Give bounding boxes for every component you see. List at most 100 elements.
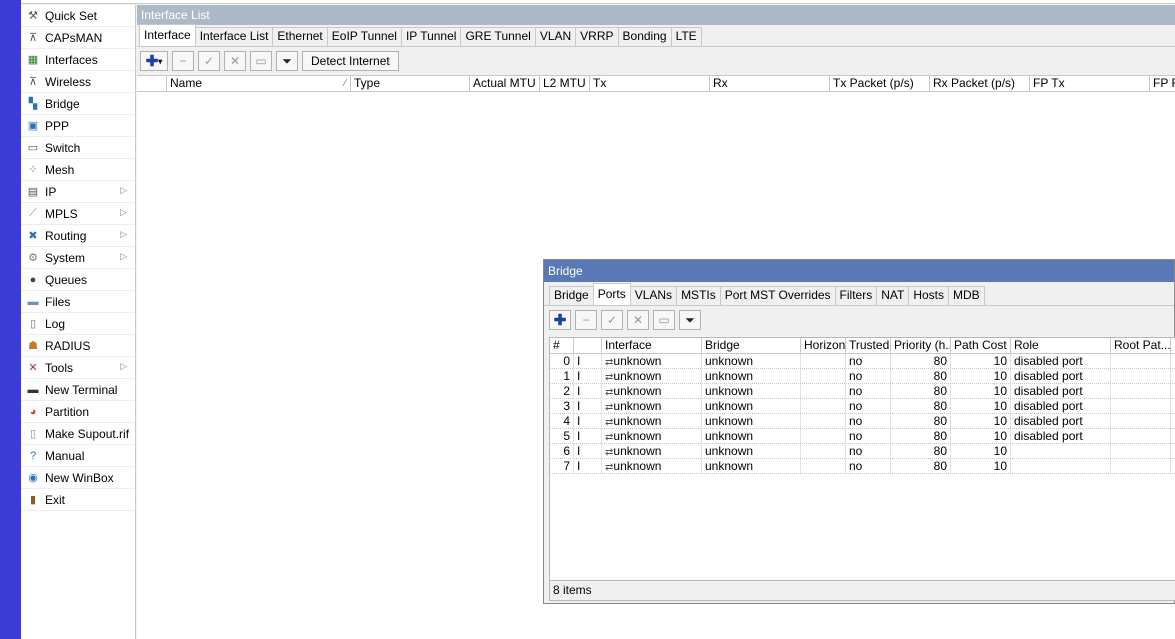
- interface-tab-ip-tunnel[interactable]: IP Tunnel: [400, 27, 462, 46]
- sidebar-item-radius[interactable]: ☗ RADIUS: [21, 335, 135, 357]
- cell-bridge: unknown: [702, 384, 801, 398]
- column-path-cost[interactable]: Path Cost: [951, 338, 1011, 353]
- bridge-tab-hosts[interactable]: Hosts: [908, 286, 950, 305]
- table-row[interactable]: 4 I ⇄unknown unknown no 80 10 disabled port: [550, 414, 1175, 429]
- table-row[interactable]: 0 I ⇄unknown unknown no 80 10 disabled port: [550, 354, 1175, 369]
- bridge-tab-ports[interactable]: Ports: [592, 283, 631, 305]
- sidebar-item-new-terminal[interactable]: ▬ New Terminal: [21, 379, 135, 401]
- cell-horizon: [801, 444, 846, 458]
- table-row[interactable]: 3 I ⇄unknown unknown no 80 10 disabled port: [550, 399, 1175, 414]
- sidebar-item-ppp[interactable]: ▣ PPP: [21, 115, 135, 137]
- sidebar-menu: ⚒ Quick Set ⊼ CAPsMAN ▦ Interfaces ⊼ Wireless ▚ B…: [21, 5, 136, 639]
- column-fp-tx[interactable]: FP Tx: [1030, 76, 1150, 91]
- column-number[interactable]: #: [550, 338, 574, 353]
- column-l2-mtu[interactable]: L2 MTU: [540, 76, 590, 91]
- cell-num: 4: [550, 414, 574, 428]
- column-priority[interactable]: Priority (h...: [891, 338, 951, 353]
- sidebar-item-capsman[interactable]: ⊼ CAPsMAN: [21, 27, 135, 49]
- sidebar-item-system[interactable]: ⚙ System ▷: [21, 247, 135, 269]
- bridge-icon: ▚: [28, 98, 38, 110]
- sidebar-item-mesh[interactable]: ⁘ Mesh: [21, 159, 135, 181]
- bridge-tab-bridge[interactable]: Bridge: [549, 286, 594, 305]
- cell-role: disabled port: [1011, 429, 1111, 443]
- interface-tab-interface-list[interactable]: Interface List: [194, 27, 274, 46]
- tools-icon: ✕: [28, 362, 38, 374]
- bridge-tab-port-mst-overrides[interactable]: Port MST Overrides: [719, 286, 836, 305]
- column-name[interactable]: Name ⁄: [167, 76, 351, 91]
- bridge-tab-mdb[interactable]: MDB: [948, 286, 985, 305]
- table-row[interactable]: 6 I ⇄unknown unknown no 80 10: [550, 444, 1175, 459]
- disable-button[interactable]: ✕: [224, 51, 246, 71]
- cell-priority: 80: [891, 384, 951, 398]
- column-horizon[interactable]: Horizon: [801, 338, 846, 353]
- bridge-remove-button[interactable]: −: [575, 310, 597, 330]
- interface-name: unknown: [613, 399, 662, 413]
- sidebar-item-mpls[interactable]: ⟋ MPLS ▷: [21, 203, 135, 225]
- sidebar-item-files[interactable]: ▬ Files: [21, 291, 135, 313]
- sidebar-item-queues[interactable]: ● Queues: [21, 269, 135, 291]
- log-icon: ▯: [29, 318, 37, 330]
- bridge-tab-vlans[interactable]: VLANs: [629, 286, 678, 305]
- sidebar-item-tools[interactable]: ✕ Tools ▷: [21, 357, 135, 379]
- interface-tab-lte[interactable]: LTE: [670, 27, 702, 46]
- bridge-tab-mstis[interactable]: MSTIs: [676, 286, 721, 305]
- sidebar-item-routing[interactable]: ✖ Routing ▷: [21, 225, 135, 247]
- add-button[interactable]: ✚ ▾: [140, 51, 168, 71]
- column-actual-mtu[interactable]: Actual MTU: [470, 76, 540, 91]
- sidebar-item-exit[interactable]: ▮ Exit: [21, 489, 135, 511]
- column-rx[interactable]: Rx: [710, 76, 830, 91]
- sidebar-item-partition[interactable]: ◕ Partition: [21, 401, 135, 423]
- sidebar-item-label: System: [45, 250, 86, 265]
- bridge-disable-button[interactable]: ✕: [627, 310, 649, 330]
- column-flag[interactable]: [137, 76, 167, 91]
- sidebar-item-quick-set[interactable]: ⚒ Quick Set: [21, 5, 135, 27]
- interface-tab-vrrp[interactable]: VRRP: [575, 27, 619, 46]
- table-row[interactable]: 7 I ⇄unknown unknown no 80 10: [550, 459, 1175, 474]
- column-rx-packet[interactable]: Rx Packet (p/s): [930, 76, 1030, 91]
- column-trusted[interactable]: Trusted: [846, 338, 891, 353]
- cell-trusted: no: [846, 414, 891, 428]
- interface-tab-gre-tunnel[interactable]: GRE Tunnel: [460, 27, 536, 46]
- column-bridge[interactable]: Bridge: [702, 338, 801, 353]
- filter-button[interactable]: ⏷: [276, 51, 298, 71]
- column-role[interactable]: Role: [1011, 338, 1111, 353]
- sidebar-item-bridge[interactable]: ▚ Bridge: [21, 93, 135, 115]
- interface-tab-ethernet[interactable]: Ethernet: [272, 27, 328, 46]
- bridge-tab-nat[interactable]: NAT: [876, 286, 910, 305]
- sidebar-item-new-winbox[interactable]: ◉ New WinBox: [21, 467, 135, 489]
- column-interface[interactable]: Interface: [602, 338, 702, 353]
- interface-tab-eoip-tunnel[interactable]: EoIP Tunnel: [326, 27, 402, 46]
- column-root-path[interactable]: Root Pat...: [1111, 338, 1171, 353]
- interface-tab-vlan[interactable]: VLAN: [534, 27, 577, 46]
- system-icon: ⚙: [28, 252, 38, 264]
- comment-button[interactable]: ▭: [250, 51, 272, 71]
- bridge-enable-button[interactable]: ✓: [601, 310, 623, 330]
- interface-tab-interface[interactable]: Interface: [139, 24, 196, 46]
- sidebar-item-interfaces[interactable]: ▦ Interfaces: [21, 49, 135, 71]
- bridge-filter-button[interactable]: ⏷: [679, 310, 701, 330]
- bridge-comment-button[interactable]: ▭: [653, 310, 675, 330]
- table-row[interactable]: 5 I ⇄unknown unknown no 80 10 disabled port: [550, 429, 1175, 444]
- table-row[interactable]: 2 I ⇄unknown unknown no 80 10 disabled port: [550, 384, 1175, 399]
- enable-button[interactable]: ✓: [198, 51, 220, 71]
- sidebar-item-label: Tools: [45, 360, 74, 375]
- sidebar-item-make-supout-rif[interactable]: ▯ Make Supout.rif: [21, 423, 135, 445]
- cell-path-cost: 10: [951, 444, 1011, 458]
- interface-tab-bonding[interactable]: Bonding: [617, 27, 672, 46]
- bridge-tab-filters[interactable]: Filters: [834, 286, 878, 305]
- column-tx-packet[interactable]: Tx Packet (p/s): [830, 76, 930, 91]
- sidebar-item-manual[interactable]: ? Manual: [21, 445, 135, 467]
- sidebar-item-switch[interactable]: ▭ Switch: [21, 137, 135, 159]
- table-row[interactable]: 1 I ⇄unknown unknown no 80 10 disabled port: [550, 369, 1175, 384]
- sidebar-item-log[interactable]: ▯ Log: [21, 313, 135, 335]
- column-fp-rx[interactable]: FP R: [1150, 76, 1175, 91]
- sidebar-item-wireless[interactable]: ⊼ Wireless: [21, 71, 135, 93]
- column-type[interactable]: Type: [351, 76, 470, 91]
- column-flags[interactable]: [574, 338, 602, 353]
- column-tx[interactable]: Tx: [590, 76, 710, 91]
- bridge-window-title[interactable]: Bridge: [544, 260, 1174, 282]
- bridge-add-button[interactable]: ✚: [549, 310, 571, 330]
- sidebar-item-ip[interactable]: ▤ IP ▷: [21, 181, 135, 203]
- remove-button[interactable]: −: [172, 51, 194, 71]
- detect-internet-button[interactable]: Detect Internet: [302, 51, 399, 71]
